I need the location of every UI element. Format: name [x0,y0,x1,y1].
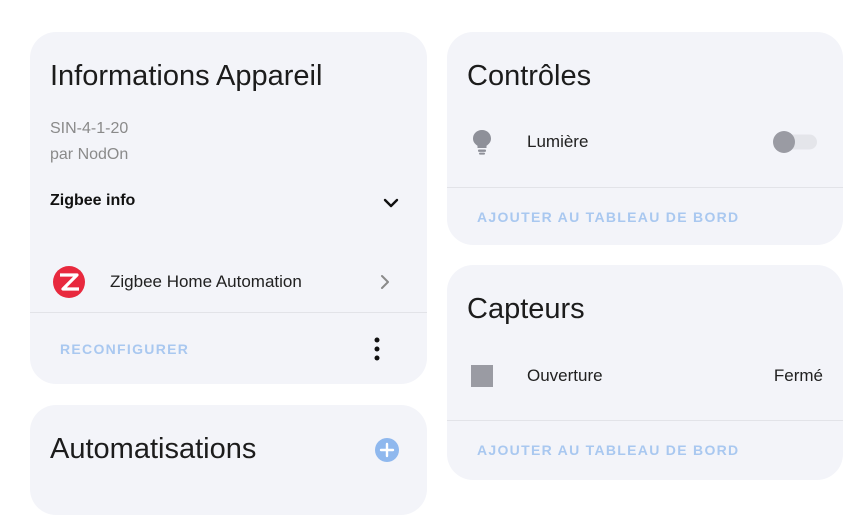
automations-title: Automatisations [50,433,257,465]
chevron-right-icon [381,275,389,289]
plus-circle-icon[interactable] [375,438,399,462]
controls-add-to-dashboard-button[interactable]: AJOUTER AU TABLEAU DE BORD [477,209,739,225]
zigbee-info-expander[interactable]: Zigbee info [30,184,427,220]
sensors-title: Capteurs [467,293,585,325]
automations-card: Automatisations [30,405,427,515]
controls-title: Contrôles [467,60,592,92]
light-entity-label[interactable]: Lumière [527,132,588,152]
device-info-card: Informations Appareil SIN-4-1-20 par Nod… [30,32,427,384]
chevron-down-icon [383,198,399,208]
card-divider [447,187,843,188]
device-info-title: Informations Appareil [50,60,323,92]
integration-label: Zigbee Home Automation [110,272,302,291]
light-toggle-switch[interactable] [771,130,817,154]
controls-card: Contrôles Lumière AJOUTER AU TABLEAU DE … [447,32,843,245]
opening-entity-label[interactable]: Ouverture [527,366,603,386]
sensors-add-to-dashboard-button[interactable]: AJOUTER AU TABLEAU DE BORD [477,442,739,458]
door-closed-icon [471,365,493,387]
integration-link-zha[interactable]: Zigbee Home Automation [30,260,427,304]
card-divider [447,420,843,421]
zigbee-logo-icon [53,266,85,298]
sensors-card: Capteurs Ouverture Fermé AJOUTER AU TABL… [447,265,843,480]
more-vertical-icon[interactable] [365,334,389,364]
device-model: SIN-4-1-20 [50,120,129,137]
lightbulb-icon [473,130,491,155]
zigbee-info-label: Zigbee info [50,192,136,209]
reconfigure-button[interactable]: RECONFIGURER [60,341,189,357]
opening-entity-state: Fermé [773,366,823,385]
card-divider [30,312,427,313]
device-manufacturer: par NodOn [50,146,129,163]
